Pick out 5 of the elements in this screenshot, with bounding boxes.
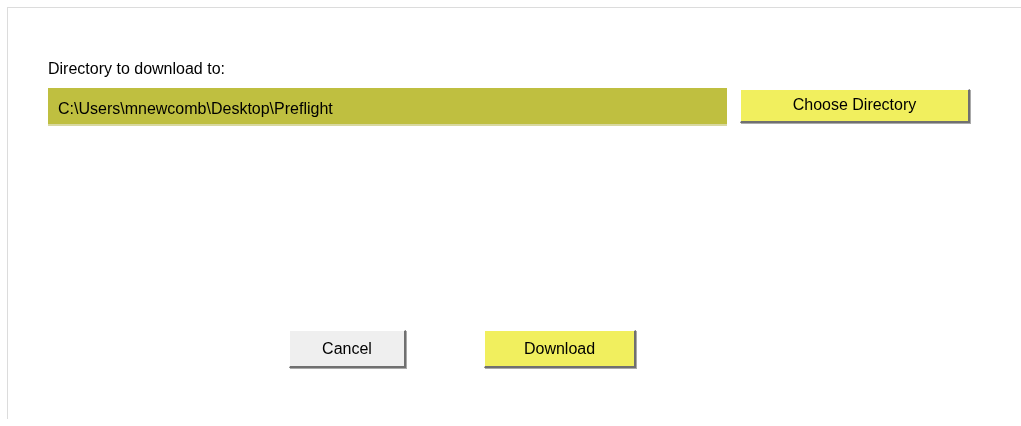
download-button[interactable]: Download (484, 330, 636, 368)
cancel-button[interactable]: Cancel (289, 330, 406, 368)
directory-field[interactable]: C:\Users\mnewcomb\Desktop\Preflight (48, 88, 727, 126)
choose-directory-button[interactable]: Choose Directory (740, 88, 970, 123)
directory-label: Directory to download to: (48, 59, 226, 79)
